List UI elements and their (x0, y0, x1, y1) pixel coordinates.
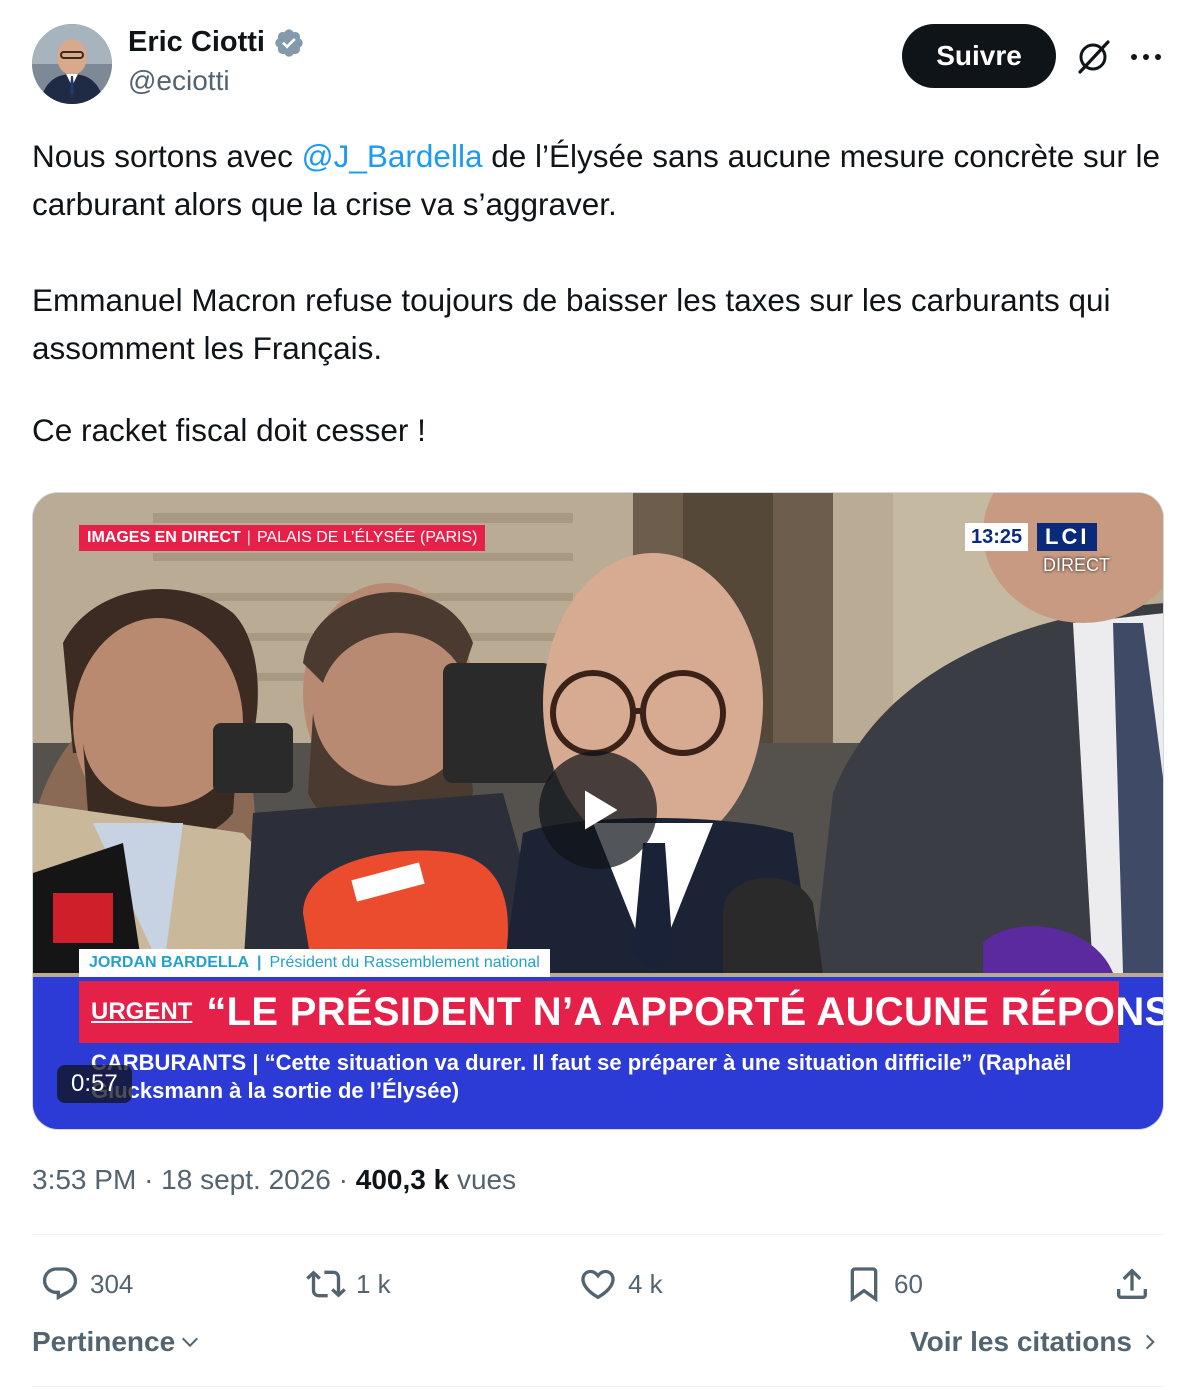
bookmark-count: 60 (894, 1268, 923, 1299)
channel-status: DIRECT (1043, 555, 1110, 575)
bookmark-button[interactable]: 60 (844, 1256, 923, 1312)
play-icon (585, 790, 618, 830)
reply-count: 304 (90, 1268, 134, 1299)
live-tag: IMAGES EN DIRECT | PALAIS DE L’ÉLYSÉE (PAR… (79, 525, 486, 551)
play-button[interactable] (539, 751, 657, 869)
repost-button[interactable]: 1 k (306, 1256, 391, 1312)
tweet-text: Nous sortons avec @J_Bardella de l’Élysé… (32, 132, 1172, 454)
tweet-paragraph-3: Ce racket fiscal doit cesser ! (32, 412, 426, 448)
urgent-headline: URGENT “LE PRÉSIDENT N’A APPORTÉ AUCUNE … (79, 981, 1163, 1043)
follow-button[interactable]: Suivre (902, 24, 1056, 88)
sort-label: Pertinence (32, 1326, 176, 1357)
video-duration: 0:57 (57, 1065, 132, 1103)
tweet-paragraph-2: Emmanuel Macron refuse toujours de baiss… (32, 282, 1111, 366)
tweet-paragraph-1: Nous sortons avec @J_Bardella de l’Élysé… (32, 138, 1161, 222)
action-bar: 304 1 k 4 k 60 (32, 1256, 1164, 1312)
tweet-meta: 3:53 PM · 18 sept. 2026 · 400,3 k vues (32, 1164, 517, 1195)
video-player[interactable]: IMAGES EN DIRECT | PALAIS DE L’ÉLYSÉE (PAR… (32, 492, 1164, 1130)
tweet-time[interactable]: 3:53 PM (32, 1164, 136, 1195)
author-block: Eric Ciotti @eciotti (128, 26, 305, 97)
view-quotes-link[interactable]: Voir les citations (910, 1326, 1160, 1358)
author-name[interactable]: Eric Ciotti (128, 26, 265, 59)
news-ticker: CARBURANTS | “Cette situation va durer. … (91, 1050, 1072, 1103)
channel-logo: LCI (1037, 523, 1098, 551)
speaker-strip: JORDAN BARDELLA | Président du Rassembleme… (79, 949, 550, 977)
bookmark-icon (850, 1267, 878, 1303)
like-button[interactable]: 4 k (578, 1256, 663, 1312)
share-icon (1117, 1268, 1147, 1299)
reply-button[interactable]: 304 (40, 1256, 133, 1312)
quotes-label: Voir les citations (910, 1326, 1132, 1357)
mention-link[interactable]: @J_Bardella (302, 138, 483, 174)
views-count: 400,3 k (355, 1164, 450, 1195)
share-button[interactable] (1112, 1256, 1152, 1312)
repost-count: 1 k (356, 1268, 391, 1299)
views-label: vues (456, 1164, 517, 1195)
author-handle[interactable]: @eciotti (128, 65, 305, 97)
tweet-header: Eric Ciotti @eciotti Suivre (32, 24, 1164, 104)
broadcast-clock: 13:25 (965, 523, 1029, 551)
chevron-right-icon (1145, 1334, 1155, 1350)
heart-icon (581, 1269, 615, 1300)
sort-dropdown[interactable]: Pertinence (32, 1326, 201, 1358)
verified-badge-icon[interactable] (273, 27, 305, 59)
divider (32, 1386, 1164, 1387)
chevron-down-icon (182, 1337, 199, 1348)
more-options-icon[interactable] (1128, 42, 1164, 72)
avatar-image (32, 24, 112, 104)
like-count: 4 k (628, 1268, 663, 1299)
tweet-date[interactable]: 18 sept. 2026 (161, 1164, 331, 1195)
repost-icon (306, 1270, 346, 1298)
avatar[interactable] (32, 24, 112, 104)
divider (32, 1234, 1164, 1235)
grok-icon[interactable] (1074, 38, 1112, 76)
reply-icon (42, 1267, 78, 1301)
